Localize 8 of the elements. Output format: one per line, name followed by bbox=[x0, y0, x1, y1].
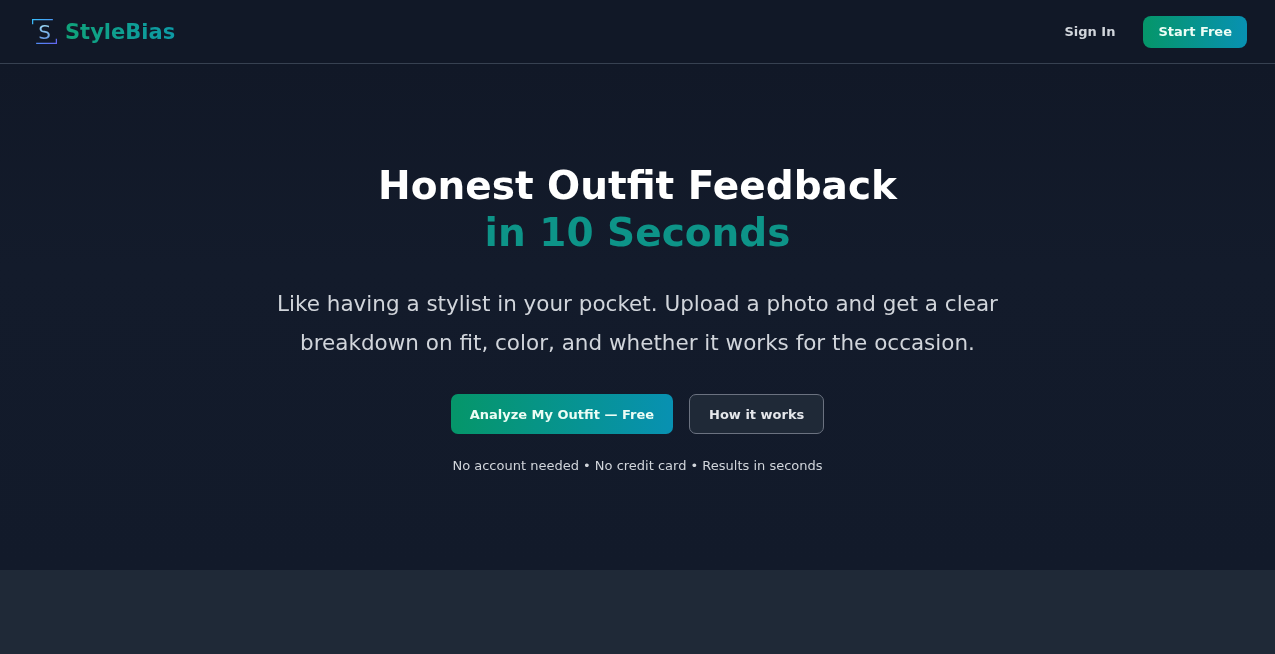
how-it-works-button[interactable]: How it works bbox=[689, 394, 825, 434]
analyze-button[interactable]: Analyze My Outfit — Free bbox=[450, 394, 674, 434]
hero-title: Honest Outfit Feedback bbox=[378, 162, 897, 209]
hero-note: No account needed • No credit card • Results in seconds bbox=[452, 458, 823, 473]
hero-subtitle: Like having a stylist in your pocket. Upload a photo and get a clear breakdown on fit, color, and whether it works for the occasion. bbox=[276, 290, 999, 357]
start-button[interactable]: Start Free bbox=[1143, 15, 1247, 48]
sign-in-link[interactable]: Sign In bbox=[1058, 18, 1122, 45]
hero-title-accent: in 10 Seconds bbox=[484, 209, 791, 256]
